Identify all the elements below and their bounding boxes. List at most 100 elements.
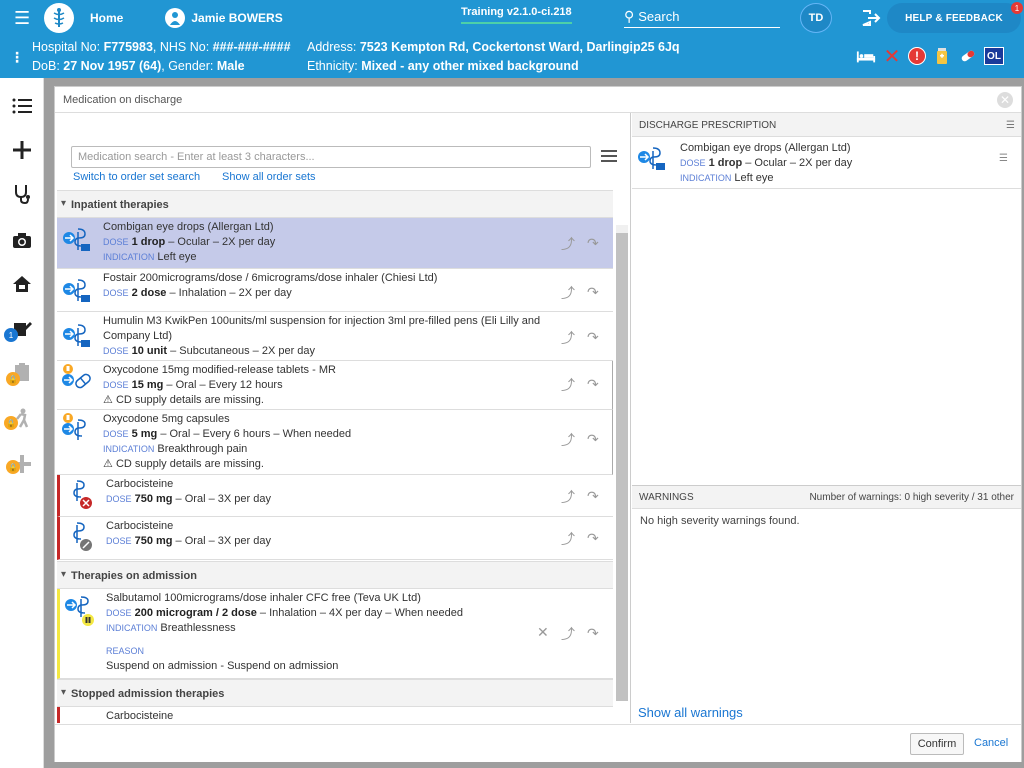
dose-value: 15 mg <box>131 379 164 391</box>
amend-icon[interactable]: ⤴ <box>561 529 581 547</box>
list-icon[interactable] <box>8 92 36 120</box>
medication-continue-icon <box>61 226 91 252</box>
amend-icon[interactable]: ⤴ <box>561 328 581 346</box>
discharge-icon[interactable]: ↷ <box>587 431 607 447</box>
warning-triangle-icon: ⚠ <box>103 458 113 470</box>
switch-order-set-link[interactable]: Switch to order set search <box>73 171 200 183</box>
dose-value: 10 unit <box>131 345 168 357</box>
amend-icon[interactable]: ⤴ <box>561 283 581 301</box>
medication-name: Combigan eye drops (Allergan Ltd) <box>103 221 274 233</box>
confirm-button[interactable]: Confirm <box>910 733 964 755</box>
show-order-sets-link[interactable]: Show all order sets <box>222 171 316 183</box>
home-icon[interactable] <box>8 270 36 298</box>
discharge-prescription-header: DISCHARGE PRESCRIPTION <box>632 113 1021 137</box>
top-bar: ☰ Home Jamie BOWERS Training v2.1.0-ci.2… <box>0 0 1024 36</box>
patient-name[interactable]: Jamie BOWERS <box>191 11 282 25</box>
help-feedback-button[interactable]: HELP & FEEDBACK <box>887 3 1021 33</box>
discharge-icon[interactable]: ↷ <box>587 376 607 392</box>
medication-continue-icon <box>61 277 91 303</box>
caduceus-logo <box>44 3 74 33</box>
medication-search-input[interactable]: Medication search - Enter at least 3 cha… <box>71 146 591 168</box>
discharge-icon[interactable]: ↷ <box>587 284 607 300</box>
therapy-row[interactable]: Humulin M3 KwikPen 100units/ml suspensio… <box>57 312 613 361</box>
hospital-nhs-line: Hospital No: F775983, NHS No: ###-###-##… <box>32 40 291 54</box>
dose-value: 2 dose <box>131 287 167 299</box>
therapy-row[interactable]: Carbocisteine <box>57 707 613 723</box>
amend-icon[interactable]: ⤴ <box>561 375 581 393</box>
cancel-button[interactable]: Cancel <box>974 737 1008 749</box>
ol-badge[interactable]: OL <box>984 47 1004 65</box>
patient-banner: ⋮ Hospital No: F775983, NHS No: ###-###-… <box>0 36 1024 78</box>
therapy-row[interactable]: Carbocisteine DOSE 750 mg – Oral – 3X pe… <box>57 475 613 517</box>
ethnicity-line: Ethnicity: Mixed - any other mixed backg… <box>307 59 579 73</box>
lock-icon: 🔒 <box>4 416 18 430</box>
reason-value: Suspend on admission - Suspend on admiss… <box>106 660 339 672</box>
menu-icon[interactable] <box>601 150 617 162</box>
indication-value: Breakthrough pain <box>157 443 248 455</box>
discharge-item[interactable]: Combigan eye drops (Allergan Ltd) DOSE 1… <box>632 137 1021 189</box>
medication-name: Oxycodone 5mg capsules <box>103 413 230 425</box>
warnings-header: WARNINGS Number of warnings: 0 high seve… <box>632 485 1021 509</box>
discharge-icon[interactable]: ↷ <box>587 235 607 251</box>
camera-icon[interactable] <box>8 226 36 254</box>
medication-continue-icon <box>61 322 91 348</box>
stethoscope-icon[interactable] <box>8 180 36 208</box>
amend-icon[interactable]: ⤴ <box>561 430 581 448</box>
discharge-icon[interactable]: ↷ <box>587 625 607 641</box>
hamburger-menu-icon[interactable]: ☰ <box>14 8 42 29</box>
dose-value: 5 mg <box>131 428 158 440</box>
alert-icon[interactable]: ! <box>908 47 926 65</box>
warnings-title: WARNINGS <box>639 492 694 503</box>
left-sidebar: 1 🔒 🔒 🔒 <box>0 78 44 768</box>
therapy-row[interactable]: Oxycodone 5mg capsules DOSE 5 mg – Oral … <box>57 410 613 475</box>
menu-icon[interactable]: ☰ <box>1006 120 1015 131</box>
lock-icon: 🔒 <box>6 460 20 474</box>
therapy-row[interactable]: Oxycodone 15mg modified-release tablets … <box>57 361 613 410</box>
discharge-icon[interactable]: ↷ <box>587 329 607 345</box>
cd-warning: CD supply details are missing. <box>115 458 264 470</box>
therapy-row[interactable]: Combigan eye drops (Allergan Ltd) DOSE 1… <box>57 218 613 269</box>
plus-icon[interactable] <box>8 136 36 164</box>
cd-warning: CD supply details are missing. <box>115 394 264 406</box>
discharge-icon[interactable]: ↷ <box>587 488 607 504</box>
global-search[interactable]: ⚲ Search <box>624 6 780 28</box>
medication-name: Oxycodone 15mg modified-release tablets … <box>103 364 336 376</box>
remove-icon[interactable]: ✕ <box>537 624 557 640</box>
show-all-warnings-link[interactable]: Show all warnings <box>638 705 743 720</box>
pill-icon[interactable] <box>958 46 978 66</box>
modal-header: Medication on discharge ✕ <box>55 87 1021 113</box>
section-stopped-admission-therapies[interactable]: Stopped admission therapies <box>57 679 613 707</box>
dose-value: 200 microgram / 2 dose <box>134 607 257 619</box>
home-link[interactable]: Home <box>90 11 123 25</box>
section-inpatient-therapies[interactable]: Inpatient therapies <box>57 190 613 218</box>
therapy-row[interactable]: Salbutamol 100micrograms/dose inhaler CF… <box>57 589 613 679</box>
lock-icon: 🔒 <box>6 372 20 386</box>
warning-triangle-icon: ⚠ <box>103 394 113 406</box>
medication-name: Carbocisteine <box>106 710 174 722</box>
amend-icon[interactable]: ⤴ <box>561 487 581 505</box>
medication-name: Carbocisteine <box>106 478 174 490</box>
more-vertical-icon[interactable]: ⋮ <box>10 49 24 66</box>
user-avatar[interactable]: TD <box>800 3 832 33</box>
amend-icon[interactable]: ⤴ <box>561 234 581 252</box>
logout-icon[interactable] <box>861 9 881 27</box>
person-icon <box>165 8 186 28</box>
indication-value: Left eye <box>734 172 774 184</box>
close-icon[interactable]: ✕ <box>997 92 1013 108</box>
suspended-medication-icon <box>64 595 94 626</box>
medication-continue-icon <box>636 145 666 171</box>
controlled-drug-pill-icon <box>61 363 91 389</box>
item-menu-icon[interactable]: ☰ <box>999 153 1008 164</box>
therapy-row[interactable]: Carbocisteine DOSE 750 mg – Oral – 3X pe… <box>57 517 613 560</box>
amend-icon[interactable]: ⤴ <box>561 624 581 642</box>
controlled-drug-icon <box>61 412 91 440</box>
warnings-body: No high severity warnings found. <box>640 515 800 527</box>
medication-name: Humulin M3 KwikPen 100units/ml suspensio… <box>103 315 541 327</box>
discharge-icon[interactable]: ↷ <box>587 530 607 546</box>
medication-bottle-icon[interactable] <box>932 46 952 66</box>
allergy-x-icon[interactable]: ✕ <box>882 46 902 68</box>
therapy-row[interactable]: Fostair 200micrograms/dose / 6micrograms… <box>57 269 613 312</box>
bed-icon[interactable] <box>856 46 876 66</box>
scrollbar-thumb[interactable] <box>616 233 628 701</box>
section-therapies-on-admission[interactable]: Therapies on admission <box>57 561 613 589</box>
